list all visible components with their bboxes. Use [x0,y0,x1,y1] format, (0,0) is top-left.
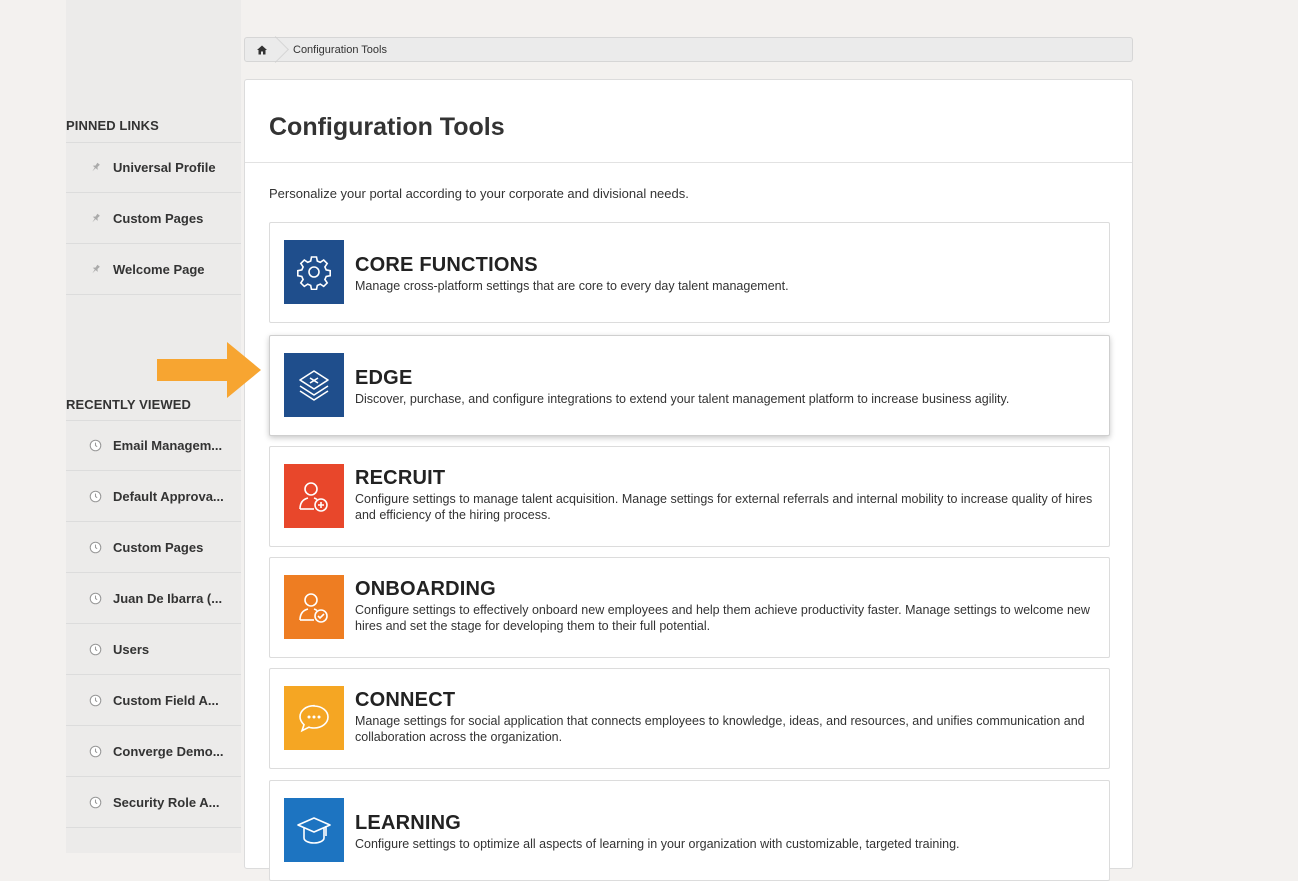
pinned-link-custom-pages[interactable]: Custom Pages [66,193,241,244]
clock-icon [85,643,105,656]
card-onboarding[interactable]: ONBOARDING Configure settings to effecti… [269,557,1110,658]
recent-item-label: Custom Field A... [113,692,219,708]
person-check-icon [284,575,344,639]
card-description: Configure settings to effectively onboar… [355,603,1090,633]
recent-item[interactable]: Juan De Ibarra (... [66,573,241,624]
recent-item[interactable]: Custom Pages [66,522,241,573]
breadcrumb: Configuration Tools [244,36,1133,63]
recent-item[interactable]: Custom Field A... [66,675,241,726]
card-connect[interactable]: CONNECT Manage settings for social appli… [269,668,1110,769]
clock-icon [85,541,105,554]
recent-item[interactable]: Email Managem... [66,420,241,471]
card-description: Configure settings to optimize all aspec… [355,837,960,851]
configuration-tools-panel: Configuration Tools Personalize your por… [244,79,1133,881]
pinned-link-welcome-page[interactable]: Welcome Page [66,244,241,295]
card-core-functions[interactable]: CORE FUNCTIONS Manage cross-platform set… [269,222,1110,323]
card-description: Manage settings for social application t… [355,714,1085,744]
pinned-link-label: Welcome Page [113,261,205,277]
arrow-right-icon [157,342,261,398]
card-edge[interactable]: EDGE Discover, purchase, and configure i… [269,335,1110,436]
recently-viewed-header: RECENTLY VIEWED [66,397,192,412]
recent-item-label: Users [113,641,150,657]
recent-item[interactable]: Converge Demo... [66,726,241,777]
clock-icon [85,694,105,707]
breadcrumb-home[interactable] [245,36,289,63]
layers-icon [284,353,344,417]
page-description: Personalize your portal according to you… [269,186,689,201]
recent-item-label: Converge Demo... [113,743,224,759]
title-divider [245,162,1132,163]
card-learning[interactable]: LEARNING Configure settings to optimize … [269,780,1110,881]
clock-icon [85,796,105,809]
pinned-links-header: PINNED LINKS [66,118,159,133]
gear-icon [284,240,344,304]
card-description: Discover, purchase, and configure integr… [355,392,1010,406]
card-title: ONBOARDING [355,578,496,600]
pin-icon [85,161,105,174]
pinned-link-label: Custom Pages [113,210,204,226]
card-title: CORE FUNCTIONS [355,254,538,276]
card-description: Configure settings to manage talent acqu… [355,492,1093,522]
clock-icon [85,439,105,452]
recent-item-label: Juan De Ibarra (... [113,590,223,606]
page-title: Configuration Tools [269,113,505,141]
pin-icon [85,263,105,276]
pinned-link-universal-profile[interactable]: Universal Profile [66,142,241,193]
clock-icon [85,592,105,605]
recent-item-label: Custom Pages [113,539,204,555]
clock-icon [85,745,105,758]
recent-item-label: Email Managem... [113,438,223,453]
recent-item-label: Default Approva... [113,488,224,504]
pinned-link-label: Universal Profile [113,160,216,175]
card-title: RECRUIT [355,467,446,489]
chat-bubble-icon [284,686,344,750]
pin-icon [85,212,105,225]
person-add-icon [284,464,344,528]
breadcrumb-separator [262,36,289,63]
breadcrumb-current: Configuration Tools [293,43,387,56]
pinned-links-list: Universal Profile Custom Pages Welcome P… [66,142,241,295]
card-title: CONNECT [355,689,456,711]
recent-item[interactable]: Default Approva... [66,471,241,522]
recent-item[interactable]: Users [66,624,241,675]
clock-icon [85,490,105,503]
card-recruit[interactable]: RECRUIT Configure settings to manage tal… [269,446,1110,547]
recent-item[interactable]: Security Role A... [66,777,241,828]
card-title: EDGE [355,367,413,389]
recent-item-label: Security Role A... [113,794,220,810]
card-description: Manage cross-platform settings that are … [355,279,789,293]
graduation-cap-icon [284,798,344,862]
recently-viewed-list: Email Managem... Default Approva... Cust… [66,420,241,828]
card-title: LEARNING [355,812,462,834]
